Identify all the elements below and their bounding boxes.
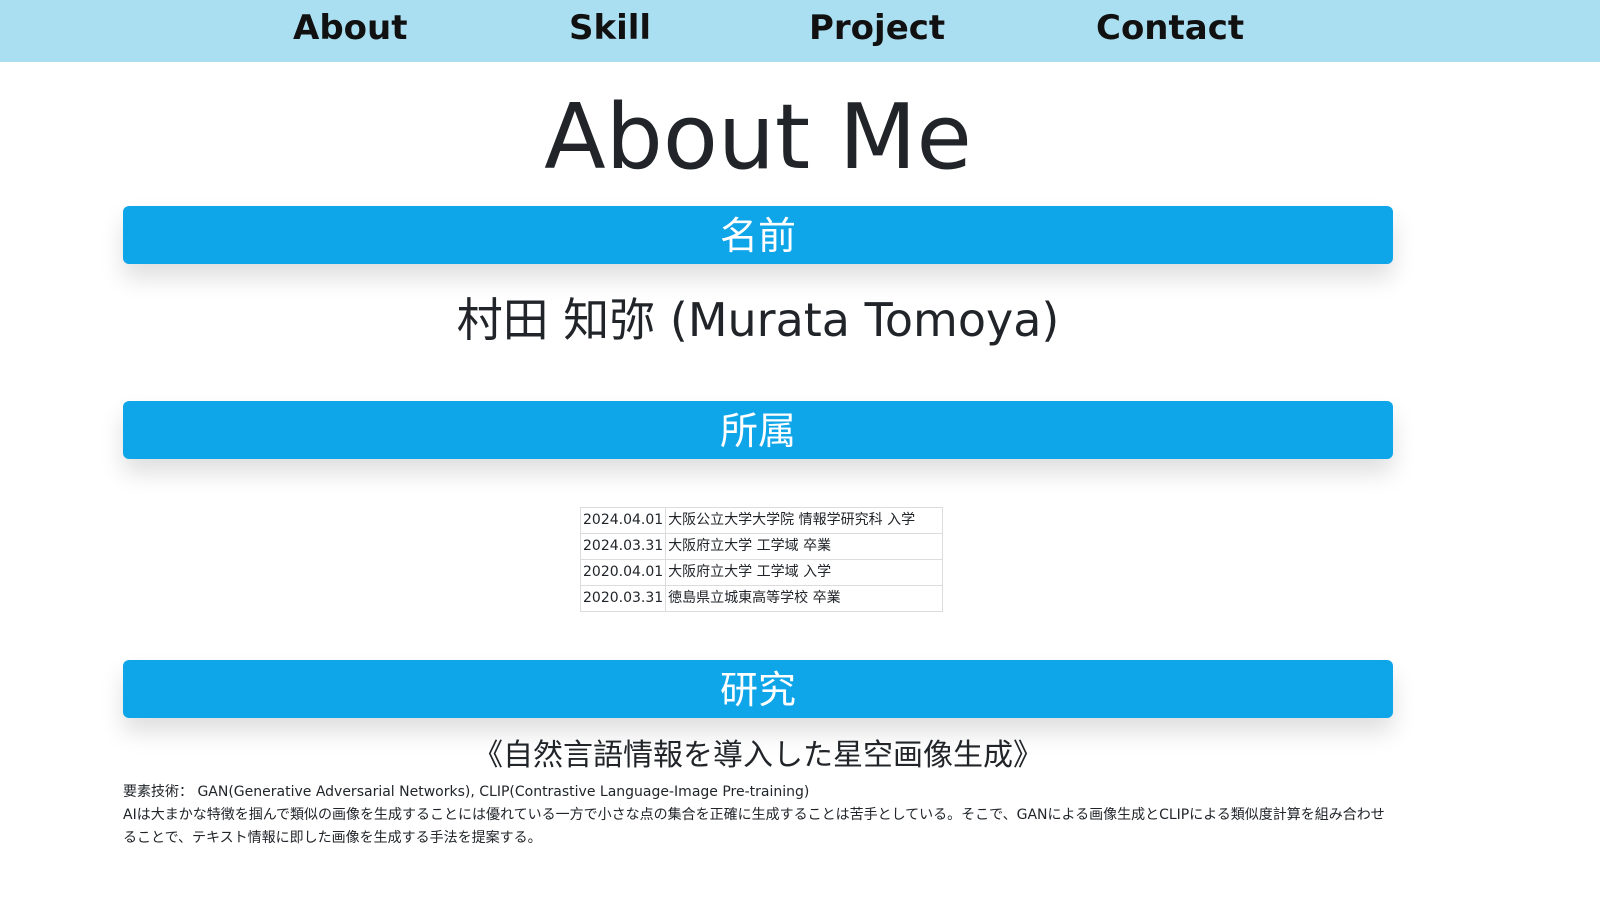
table-row: 2020.04.01 大阪府立大学 工学域 入学: [579, 559, 944, 586]
affiliation-desc: 大阪公立大学大学院 情報学研究科 入学: [665, 507, 944, 534]
section-heading-name: 名前: [123, 206, 1393, 264]
affiliation-date: 2024.04.01: [579, 507, 667, 534]
nav-link-about[interactable]: About: [293, 8, 407, 48]
table-row: 2024.03.31 大阪府立大学 工学域 卒業: [579, 533, 944, 560]
table-row: 2024.04.01 大阪公立大学大学院 情報学研究科 入学: [579, 507, 944, 534]
affiliation-table: 2024.04.01 大阪公立大学大学院 情報学研究科 入学 2024.03.3…: [579, 507, 944, 612]
research-title: 《自然言語情報を導入した星空画像生成》: [473, 738, 1043, 773]
section-heading-affiliation: 所属: [123, 401, 1393, 459]
nav-link-skill[interactable]: Skill: [569, 8, 651, 48]
table-row: 2020.03.31 徳島県立城東高等学校 卒業: [579, 585, 944, 612]
affiliation-date: 2020.03.31: [579, 585, 667, 612]
name-value: 村田 知弥 (Murata Tomoya): [456, 293, 1060, 347]
page-title: About Me: [544, 85, 972, 190]
research-technologies: 要素技術： GAN(Generative Adversarial Network…: [123, 784, 810, 800]
section-heading-research: 研究: [123, 660, 1393, 718]
top-nav: About Skill Project Contact: [0, 0, 1600, 62]
affiliation-desc: 大阪府立大学 工学域 入学: [665, 559, 944, 586]
nav-link-contact[interactable]: Contact: [1096, 8, 1244, 48]
affiliation-date: 2024.03.31: [579, 533, 667, 560]
research-description: AIは大まかな特徴を掴んで類似の画像を生成することには優れている一方で小さな点の…: [123, 807, 1385, 846]
affiliation-desc: 大阪府立大学 工学域 卒業: [665, 533, 944, 560]
affiliation-desc: 徳島県立城東高等学校 卒業: [665, 585, 944, 612]
affiliation-date: 2020.04.01: [579, 559, 667, 586]
nav-link-project[interactable]: Project: [809, 8, 945, 48]
